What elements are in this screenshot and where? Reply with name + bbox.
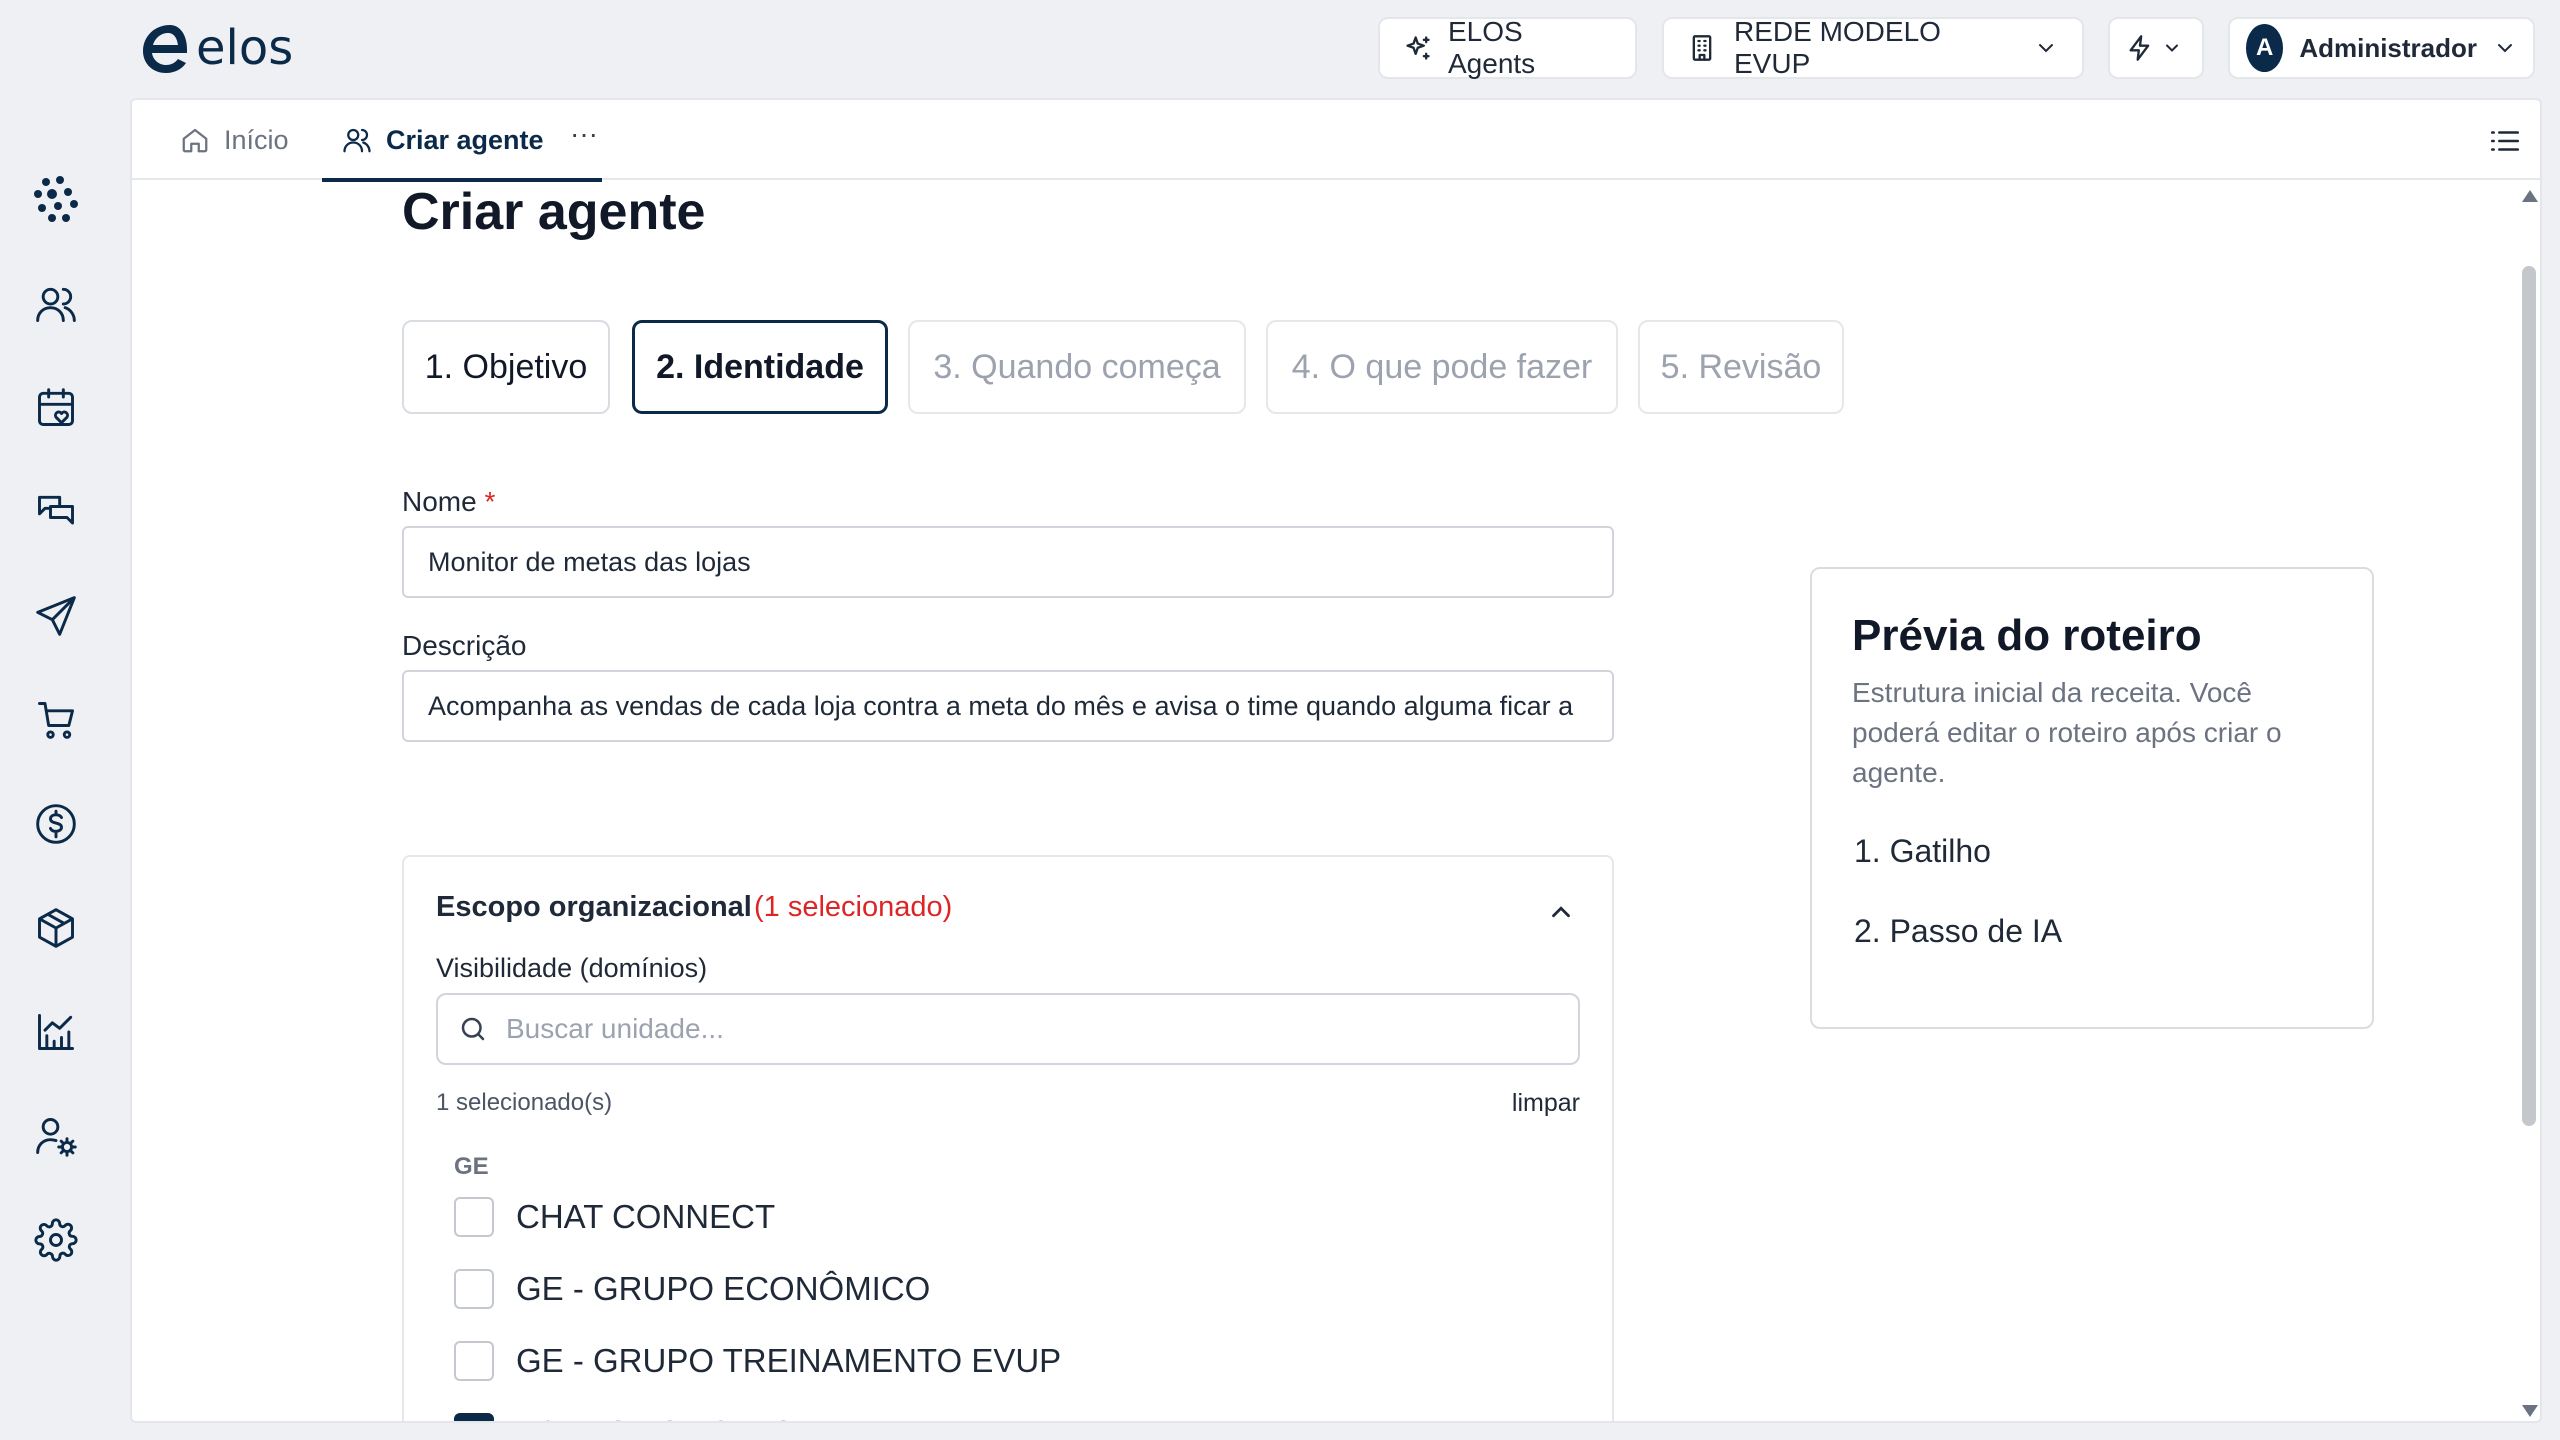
building-icon [1692, 35, 1712, 61]
option-label: TODAS AS LOJAS [516, 1414, 794, 1421]
step-objetivo[interactable]: 1. Objetivo [402, 320, 610, 414]
lightning-icon [2129, 35, 2150, 61]
sidebar [0, 96, 110, 1440]
tab-bar: Início Criar agente ··· [132, 100, 2540, 182]
option-label: CHAT CONNECT [516, 1198, 776, 1235]
unit-search-input[interactable]: Buscar unidade... [436, 993, 1580, 1065]
tab-more-button[interactable]: ··· [570, 118, 598, 150]
brand-name: elos [196, 20, 294, 76]
tab-criar-agente-label: Criar agente [386, 124, 544, 155]
preview-step-item: 2. Passo de IA [1854, 913, 2063, 949]
main-panel: Início Criar agente ··· Criar agente 1. … [130, 98, 2542, 1423]
checkbox-checked[interactable] [454, 1413, 494, 1423]
name-field-label: Nome * [402, 486, 495, 518]
option-todas-as-lojas[interactable]: TODAS AS LOJAS [454, 1409, 794, 1423]
checkbox[interactable] [454, 1197, 494, 1237]
preview-description: Estrutura inicial da receita. Você poder… [1852, 677, 2282, 788]
required-mark: * [484, 486, 496, 517]
name-input-value: Monitor de metas das lojas [428, 546, 751, 577]
user-menu[interactable]: A Administrador [2228, 17, 2535, 79]
quick-actions-button[interactable] [2108, 17, 2204, 79]
description-input-value: Acompanha as vendas de cada loja contra … [428, 690, 1574, 721]
user-name: Administrador [2299, 32, 2477, 63]
step-identidade[interactable]: 2. Identidade [632, 320, 888, 414]
messages-icon[interactable] [28, 484, 84, 540]
dollar-icon[interactable] [28, 796, 84, 852]
description-input[interactable]: Acompanha as vendas de cada loja contra … [402, 670, 1614, 742]
elos-logo-icon [143, 25, 187, 73]
step-quando-comeca: 3. Quando começa [908, 320, 1246, 414]
name-label-text: Nome [402, 486, 477, 517]
chart-icon[interactable] [28, 1004, 84, 1060]
check-icon [460, 1419, 488, 1423]
option-label: GE - GRUPO ECONÔMICO [516, 1270, 931, 1307]
checkbox[interactable] [454, 1269, 494, 1309]
page-title: Criar agente [402, 183, 706, 241]
chevron-down-icon [2166, 44, 2178, 52]
clear-selection-link[interactable]: limpar [1512, 1089, 1580, 1118]
users-icon [343, 128, 371, 153]
selected-count-text: 1 selecionado(s) [436, 1089, 613, 1116]
scope-panel: Escopo organizacional (1 selecionado) Vi… [402, 855, 1614, 1423]
top-bar: elos ELOS Agents REDE MODELO EVUP A Admi… [0, 0, 2560, 96]
cart-icon[interactable] [28, 692, 84, 748]
search-placeholder: Buscar unidade... [506, 1013, 724, 1044]
search-icon [461, 1017, 485, 1041]
scroll-up-arrow[interactable] [2522, 190, 2538, 202]
scope-selected-count: (1 selecionado) [754, 891, 953, 923]
settings-icon[interactable] [28, 1212, 84, 1268]
elos-agents-button[interactable]: ELOS Agents [1378, 16, 1637, 79]
script-preview-card: Prévia do roteiro Estrutura inicial da r… [1810, 567, 2374, 1029]
option-label: GE - GRUPO TREINAMENTO EVUP [516, 1342, 1062, 1379]
page-content: Criar agente 1. Objetivo 2. Identidade 3… [132, 182, 2522, 1423]
checkbox[interactable] [454, 1341, 494, 1381]
name-input[interactable]: Monitor de metas das lojas [402, 526, 1614, 598]
user-cog-icon[interactable] [28, 1108, 84, 1164]
avatar: A [2246, 24, 2284, 72]
group-label-ge: GE [454, 1153, 489, 1180]
send-icon[interactable] [28, 588, 84, 644]
elos-logo[interactable]: elos [140, 20, 293, 76]
step-o-que-pode-fazer: 4. O que pode fazer [1266, 320, 1618, 414]
option-chat-connect[interactable]: CHAT CONNECT [454, 1193, 775, 1241]
option-grupo-economico[interactable]: GE - GRUPO ECONÔMICO [454, 1265, 930, 1313]
chevron-down-icon [2039, 44, 2053, 53]
chevron-down-icon [2498, 44, 2512, 53]
chevron-up-icon[interactable] [1546, 897, 1576, 927]
visibility-label: Visibilidade (domínios) [436, 953, 708, 983]
tab-inicio-label: Início [224, 124, 289, 155]
scrollbar[interactable] [2518, 182, 2540, 1421]
tab-criar-agente[interactable]: Criar agente [322, 100, 601, 182]
organization-selector[interactable]: REDE MODELO EVUP [1662, 16, 2084, 79]
scroll-down-arrow[interactable] [2522, 1405, 2538, 1417]
preview-step-item: 1. Gatilho [1854, 833, 1991, 869]
scope-title: Escopo organizacional [436, 891, 752, 923]
calendar-heart-icon[interactable] [28, 380, 84, 436]
apps-icon[interactable] [28, 172, 84, 228]
tab-inicio[interactable]: Início [180, 100, 289, 180]
package-icon[interactable] [28, 900, 84, 956]
option-grupo-treinamento[interactable]: GE - GRUPO TREINAMENTO EVUP [454, 1337, 1061, 1385]
list-menu-icon[interactable] [2488, 124, 2522, 158]
organization-label: REDE MODELO EVUP [1734, 16, 1941, 79]
description-label: Descrição [402, 630, 527, 661]
step-revisao: 5. Revisão [1638, 320, 1844, 414]
home-icon [182, 128, 208, 153]
scroll-thumb[interactable] [2522, 266, 2536, 1126]
users-icon[interactable] [28, 276, 84, 332]
sparkles-icon [1406, 36, 1430, 60]
preview-title: Prévia do roteiro [1852, 611, 2202, 660]
elos-agents-label: ELOS Agents [1448, 16, 1536, 79]
